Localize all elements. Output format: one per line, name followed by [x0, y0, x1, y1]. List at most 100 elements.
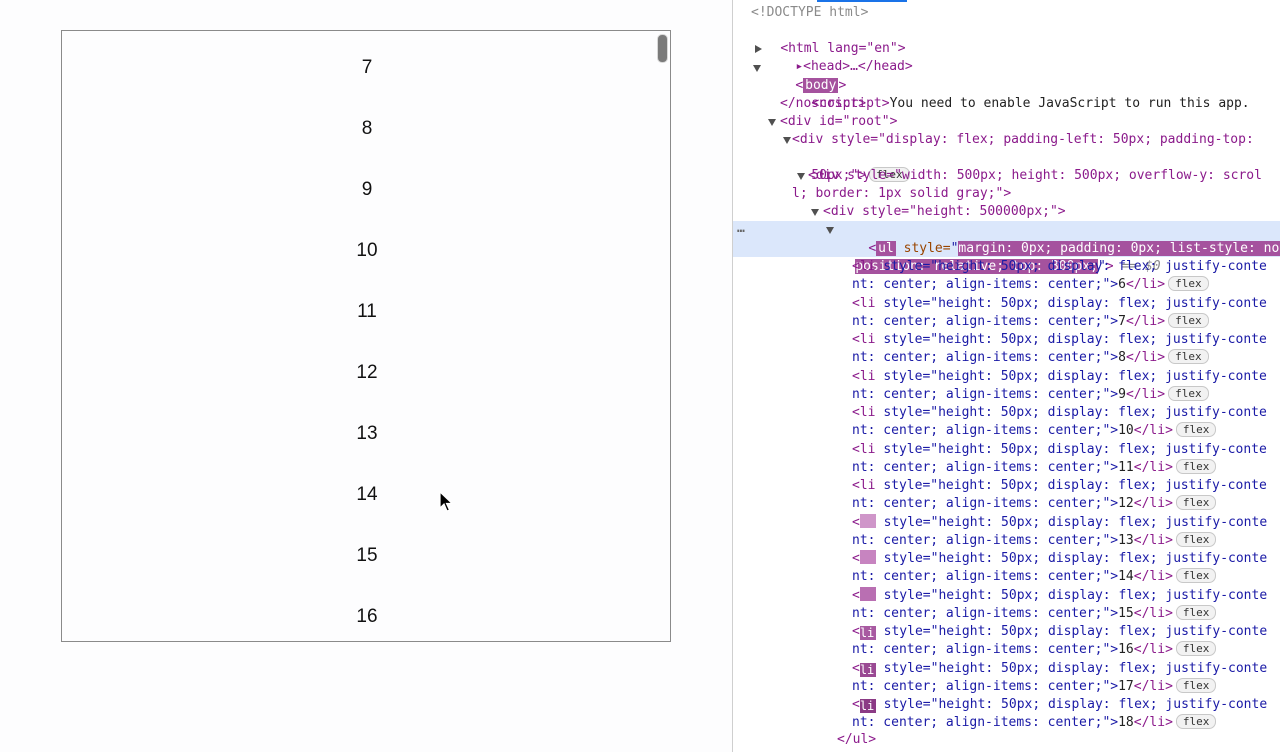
li-style-line-end: nt: center; align-items: center;"> — [852, 313, 1119, 329]
li-tag: li — [859, 368, 876, 384]
li-style-line: style="height: 50px; display: flex; just… — [883, 478, 1267, 493]
flex-badge[interactable]: flex — [1168, 276, 1209, 291]
li-node-cont[interactable]: nt: center; align-items: center;">16</li… — [852, 641, 1217, 659]
flex-div-node-cont[interactable]: 50px;"> flex — [780, 149, 910, 183]
li-tag — [859, 586, 876, 601]
height-div-node[interactable]: <div style="height: 500000px;"> — [823, 203, 1066, 221]
flex-badge[interactable]: flex — [1168, 385, 1209, 401]
li-node[interactable]: < style="height: 50px; display: flex; ju… — [852, 513, 1268, 532]
scroll-div-node-cont[interactable]: l; border: 1px solid gray;"> — [792, 185, 1011, 203]
li-style-line-end: nt: center; align-items: center;"> — [852, 496, 1119, 511]
li-text: 17 — [1118, 678, 1134, 694]
li-node[interactable]: < style="height: 50px; display: flex; ju… — [852, 586, 1267, 605]
li-style-line-end: nt: center; align-items: center;"> — [852, 386, 1119, 402]
li-style-line-end: nt: center; align-items: center;"> — [852, 642, 1119, 657]
li-style-line: style="height: 50px; display: flex; just… — [883, 405, 1267, 420]
root-div-node[interactable]: <div id="root"> — [780, 113, 897, 131]
li-node-cont[interactable]: nt: center; align-items: center;">7</li>… — [852, 312, 1209, 331]
li-tag — [859, 513, 876, 528]
ul-node-cont[interactable]: position: relative; top: 300px;"> == $0 — [824, 240, 1161, 274]
list-item: 16 — [356, 605, 378, 627]
li-style-line: style="height: 50px; display: flex; just… — [883, 514, 1268, 530]
noscript-node[interactable]: <noscript>You need to enable JavaScript … — [780, 77, 1249, 111]
li-node[interactable]: <li style="height: 50px; display: flex; … — [852, 660, 1267, 678]
noscript-text: You need to enable JavaScript to run thi… — [889, 96, 1250, 111]
li-node-cont[interactable]: nt: center; align-items: center;">17</li… — [852, 677, 1217, 696]
li-node-cont[interactable]: nt: center; align-items: center;">10</li… — [852, 422, 1217, 440]
li-text: 16 — [1118, 642, 1134, 657]
li-node-cont[interactable]: nt: center; align-items: center;">12</li… — [852, 495, 1217, 513]
li-node[interactable]: < style="height: 50px; display: flex; ju… — [852, 550, 1267, 568]
flex-badge[interactable]: flex — [1175, 495, 1217, 510]
scroll-container[interactable]: 7 8 9 10 11 12 13 14 15 16 — [61, 30, 671, 642]
flex-badge[interactable]: flex — [1175, 641, 1217, 656]
li-node[interactable]: <li style="height: 50px; display: flex; … — [852, 477, 1267, 495]
head-node[interactable]: ▸<head>…</head> — [764, 40, 912, 74]
li-node-cont[interactable]: nt: center; align-items: center;">18</li… — [852, 714, 1217, 732]
li-style-line-end: nt: center; align-items: center;"> — [852, 715, 1119, 730]
ul-node[interactable]: < ul style="margin: 0px; padding: 0px; li… — [837, 222, 1280, 256]
flex-badge[interactable]: flex — [1175, 677, 1217, 693]
li-text: 14 — [1118, 569, 1134, 584]
li-node-cont[interactable]: nt: center; align-items: center;">13</li… — [852, 531, 1217, 550]
li-tag: li — [859, 699, 876, 713]
flex-badge[interactable]: flex — [1175, 531, 1217, 547]
collapse-body-icon[interactable] — [753, 65, 761, 72]
li-style-line-end: nt: center; align-items: center;"> — [852, 423, 1119, 438]
li-text: 15 — [1118, 605, 1134, 621]
li-node-cont[interactable]: nt: center; align-items: center;">9</li>… — [852, 385, 1209, 404]
li-tag: li — [859, 626, 876, 640]
li-node-cont[interactable]: nt: center; align-items: center;">8</li>… — [852, 349, 1209, 367]
flex-badge[interactable]: flex — [1168, 349, 1209, 364]
flex-badge[interactable]: flex — [1168, 312, 1209, 328]
list-item: 8 — [361, 117, 373, 139]
li-node[interactable]: <li style="height: 50px; display: flex; … — [852, 441, 1267, 459]
li-text: 11 — [1118, 459, 1134, 475]
li-node[interactable]: <li style="height: 50px; display: flex; … — [852, 623, 1267, 641]
flex-badge[interactable]: flex — [1175, 568, 1217, 583]
li-node[interactable]: <li style="height: 50px; display: flex; … — [852, 404, 1267, 422]
list-item: 7 — [361, 56, 373, 78]
flex-badge[interactable]: flex — [1175, 422, 1217, 437]
node-actions-dots[interactable]: … — [737, 221, 745, 236]
flex-badge[interactable]: flex — [1175, 714, 1217, 729]
li-style-line: style="height: 50px; display: flex; just… — [883, 624, 1268, 639]
noscript-close-tag: </noscript> — [780, 96, 867, 111]
expand-head-icon[interactable] — [755, 45, 762, 53]
li-style-line: style="height: 50px; display: flex; just… — [883, 697, 1268, 712]
li-tag: li — [859, 478, 876, 493]
li-style-line: style="height: 50px; display: flex; just… — [883, 259, 1267, 274]
scroll-div-node[interactable]: <div style="width: 500px; height: 500px;… — [808, 167, 1262, 185]
li-node[interactable]: <li style="height: 50px; display: flex; … — [852, 696, 1267, 714]
li-style-line: style="height: 50px; display: flex; just… — [883, 368, 1267, 384]
li-node[interactable]: <li style="height: 50px; display: flex; … — [852, 331, 1267, 349]
body-node[interactable]: < body > — [764, 59, 846, 93]
html-node[interactable]: <html lang="en"> — [749, 22, 905, 56]
collapse-ul-icon[interactable] — [826, 227, 834, 234]
li-style-line-end: nt: center; align-items: center;"> — [852, 459, 1119, 475]
li-node-cont[interactable]: nt: center; align-items: center;">15</li… — [852, 604, 1217, 623]
collapse-height-div-icon[interactable] — [811, 209, 819, 216]
li-node[interactable]: <li style="height: 50px; display: flex; … — [852, 258, 1267, 276]
li-text: 6 — [1118, 277, 1126, 292]
li-style-line-end: nt: center; align-items: center;"> — [852, 532, 1119, 548]
collapse-flex-div-icon[interactable] — [783, 137, 791, 144]
li-node-cont[interactable]: nt: center; align-items: center;">6</li>… — [852, 276, 1209, 294]
collapse-scroll-div-icon[interactable] — [797, 173, 805, 180]
li-text: 8 — [1118, 350, 1126, 365]
li-node-cont[interactable]: nt: center; align-items: center;">11</li… — [852, 458, 1217, 477]
collapse-root-icon[interactable] — [768, 119, 776, 126]
li-style-line: style="height: 50px; display: flex; just… — [883, 295, 1267, 311]
flex-badge[interactable]: flex — [1175, 458, 1217, 474]
flex-div-node[interactable]: <div style="display: flex; padding-left:… — [792, 131, 1254, 149]
li-tag: li — [859, 405, 876, 420]
scrollbar-thumb[interactable] — [657, 34, 668, 63]
doctype-node[interactable]: <!DOCTYPE html> — [751, 4, 868, 22]
number-list: 7 8 9 10 11 12 13 14 15 16 — [62, 37, 670, 641]
mouse-pointer-icon — [439, 491, 453, 512]
active-tab-indicator — [817, 0, 907, 2]
li-node[interactable]: <li style="height: 50px; display: flex; … — [852, 295, 1267, 313]
li-node-cont[interactable]: nt: center; align-items: center;">14</li… — [852, 568, 1217, 586]
flex-badge[interactable]: flex — [1175, 604, 1217, 620]
li-node[interactable]: <li style="height: 50px; display: flex; … — [852, 368, 1267, 386]
